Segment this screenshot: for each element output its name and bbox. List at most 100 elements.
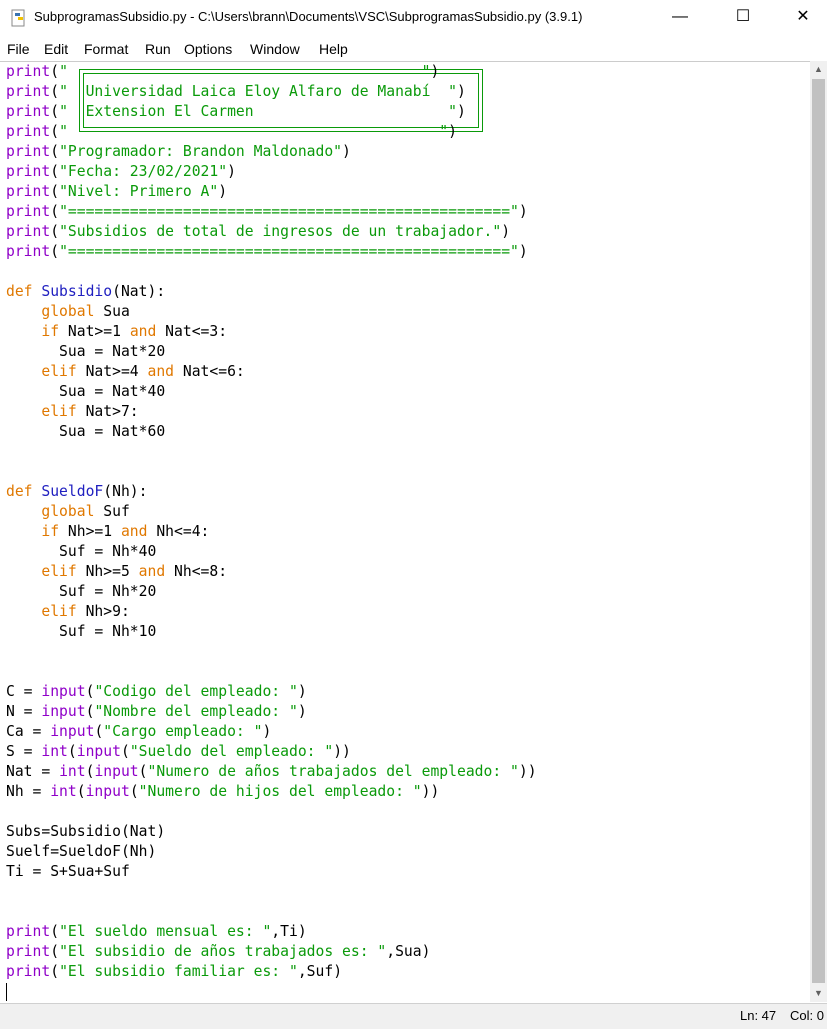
code-token: Subsidio: [41, 283, 113, 300]
code-line[interactable]: print("El subsidio de años trabajados es…: [6, 942, 430, 962]
code-token: Suf: [94, 503, 130, 520]
code-editor[interactable]: print(" ") print(" Universidad Laica Eloy…: [0, 61, 810, 1003]
code-line[interactable]: print("Nivel: Primero A"): [6, 182, 227, 202]
code-token: ): [518, 243, 528, 260]
status-bar: Ln: 47 Col: 0: [0, 1003, 827, 1029]
code-token: "Nombre del empleado: ": [94, 703, 298, 720]
code-line[interactable]: print("=================================…: [6, 242, 528, 262]
code-token: global: [41, 503, 95, 520]
code-token: input: [76, 743, 121, 760]
code-line[interactable]: print("El sueldo mensual es: ",Ti): [6, 922, 307, 942]
code-token: and: [147, 363, 175, 380]
code-token: int: [59, 763, 86, 780]
code-line[interactable]: print(" Universidad Laica Eloy Alfaro de…: [6, 82, 466, 102]
menu-window[interactable]: Window: [250, 41, 300, 57]
code-line[interactable]: elif Nat>7:: [6, 402, 139, 422]
code-line[interactable]: elif Nat>=4 and Nat<=6:: [6, 362, 244, 382]
code-line[interactable]: Nh = int(input("Numero de hijos del empl…: [6, 782, 439, 802]
code-token: )): [421, 783, 440, 800]
maximize-button[interactable]: ☐: [720, 0, 766, 34]
code-token: Ca =: [6, 723, 51, 740]
code-token: elif: [41, 563, 77, 580]
code-token: "Nivel: Primero A": [59, 183, 219, 200]
code-token: ,Ti): [271, 923, 307, 940]
code-token: (: [67, 743, 77, 760]
code-token: input: [50, 723, 95, 740]
vertical-scrollbar[interactable]: ▲ ▼: [810, 61, 827, 1002]
menu-format[interactable]: Format: [84, 41, 128, 57]
code-line[interactable]: print(" "): [6, 62, 439, 82]
code-token: print: [6, 163, 51, 180]
code-line[interactable]: N = input("Nombre del empleado: "): [6, 702, 307, 722]
code-line[interactable]: S = int(input("Sueldo del empleado: ")): [6, 742, 351, 762]
code-line[interactable]: Suf = Nh*40: [6, 542, 156, 562]
scrollbar-thumb[interactable]: [812, 79, 825, 983]
code-token: print: [6, 943, 51, 960]
code-line[interactable]: if Nat>=1 and Nat<=3:: [6, 322, 227, 342]
scroll-up-icon[interactable]: ▲: [810, 61, 827, 78]
code-token: print: [6, 103, 51, 120]
code-line[interactable]: global Sua: [6, 302, 130, 322]
code-token: "Numero de hijos del empleado: ": [138, 783, 422, 800]
scroll-down-icon[interactable]: ▼: [810, 985, 827, 1002]
code-line[interactable]: Sua = Nat*20: [6, 342, 165, 362]
code-line[interactable]: C = input("Codigo del empleado: "): [6, 682, 307, 702]
code-line[interactable]: print("Fecha: 23/02/2021"): [6, 162, 236, 182]
code-line[interactable]: if Nh>=1 and Nh<=4:: [6, 522, 209, 542]
code-token: Nat =: [6, 763, 60, 780]
code-token: " ": [59, 123, 449, 140]
menu-run[interactable]: Run: [145, 41, 171, 57]
code-line[interactable]: print(" "): [6, 122, 457, 142]
code-token: Nh<=4:: [147, 523, 210, 540]
code-line[interactable]: Sua = Nat*40: [6, 382, 165, 402]
python-file-icon: [11, 9, 25, 27]
code-token: print: [6, 183, 51, 200]
code-line[interactable]: Suf = Nh*10: [6, 622, 156, 642]
code-token: Sua = Nat*60: [6, 423, 166, 440]
code-token: ): [518, 203, 528, 220]
code-line[interactable]: def Subsidio(Nat):: [6, 282, 165, 302]
code-token: Subs=Subsidio(Nat): [6, 823, 166, 840]
menu-help[interactable]: Help: [319, 41, 348, 57]
code-token: ): [218, 183, 228, 200]
code-token: Nh>=5: [76, 563, 139, 580]
code-line[interactable]: Suf = Nh*20: [6, 582, 156, 602]
code-line[interactable]: print("El subsidio familiar es: ",Suf): [6, 962, 342, 982]
code-token: input: [94, 763, 139, 780]
code-line[interactable]: Nat = int(input("Numero de años trabajad…: [6, 762, 537, 782]
code-line[interactable]: elif Nh>9:: [6, 602, 129, 622]
code-line[interactable]: elif Nh>=5 and Nh<=8:: [6, 562, 227, 582]
code-token: Nh>=1: [59, 523, 121, 540]
menu-edit[interactable]: Edit: [44, 41, 68, 57]
code-token: "El subsidio familiar es: ": [59, 963, 298, 980]
code-token: (: [50, 143, 60, 160]
menu-file[interactable]: File: [7, 41, 30, 57]
code-token: (: [50, 63, 60, 80]
code-token: and: [129, 323, 157, 340]
close-button[interactable]: ✕: [780, 0, 826, 34]
code-line[interactable]: def SueldoF(Nh):: [6, 482, 148, 502]
code-line[interactable]: Sua = Nat*60: [6, 422, 165, 442]
code-line[interactable]: Suelf=SueldoF(Nh): [6, 842, 156, 862]
code-line[interactable]: Ti = S+Sua+Suf: [6, 862, 130, 882]
code-line[interactable]: print("Subsidios de total de ingresos de…: [6, 222, 510, 242]
code-line[interactable]: print("Programador: Brandon Maldonado"): [6, 142, 351, 162]
minimize-button[interactable]: —: [657, 0, 703, 34]
code-token: print: [6, 203, 51, 220]
code-token: print: [6, 63, 51, 80]
code-line[interactable]: global Suf: [6, 502, 130, 522]
code-token: Nat>=1: [59, 323, 130, 340]
code-token: Nat>7:: [76, 403, 139, 420]
code-line[interactable]: Ca = input("Cargo empleado: "): [6, 722, 271, 742]
line-number: Ln: 47: [740, 1008, 777, 1023]
code-line[interactable]: print("=================================…: [6, 202, 528, 222]
code-token: "El subsidio de años trabajados es: ": [59, 943, 387, 960]
text-cursor: [6, 983, 7, 1001]
code-token: input: [41, 683, 86, 700]
code-token: and: [138, 563, 166, 580]
code-line[interactable]: print(" Extension El Carmen "): [6, 102, 466, 122]
code-line[interactable]: Subs=Subsidio(Nat): [6, 822, 165, 842]
code-token: Sua: [94, 303, 130, 320]
menu-options[interactable]: Options: [184, 41, 232, 57]
